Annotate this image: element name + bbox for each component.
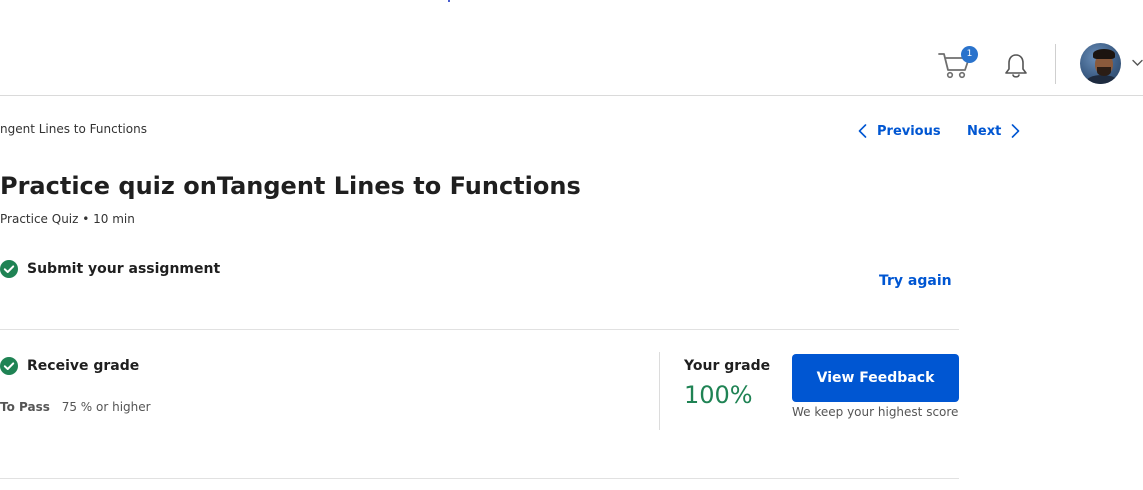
to-pass-requirement: To Pass 75 % or higher [0,400,151,414]
section-divider [0,329,959,330]
cart-count-badge: 1 [961,46,978,63]
bell-icon[interactable] [1003,52,1029,80]
previous-label: Previous [877,123,941,139]
header-divider [1055,44,1056,84]
to-pass-label: To Pass [0,400,50,414]
quiz-meta: Practice Quiz • 10 min [0,212,135,226]
avatar[interactable] [1080,43,1121,84]
chevron-down-icon[interactable] [1132,59,1143,67]
grade-value: 100% [684,381,753,409]
receive-grade-label: Receive grade [27,358,140,374]
chevron-right-icon [1011,124,1020,138]
next-button[interactable]: Next [967,122,1020,140]
page-title: Practice quiz onTangent Lines to Functio… [0,172,581,200]
breadcrumb[interactable]: ngent Lines to Functions [0,122,147,136]
section-divider [0,478,959,479]
try-again-link[interactable]: Try again [879,273,952,289]
highest-score-note: We keep your highest score [792,405,959,419]
next-label: Next [967,123,1002,139]
previous-button[interactable]: Previous [858,122,941,140]
view-feedback-button[interactable]: View Feedback [792,354,959,402]
top-header: 1 [0,0,1143,96]
chevron-left-icon [858,124,867,138]
top-dot [448,0,450,2]
to-pass-value: 75 % or higher [61,400,151,414]
submit-assignment-label: Submit your assignment [27,261,221,277]
page: 1 ngent Lines to Functions Previous Next… [0,0,1143,490]
check-circle-icon [0,357,18,375]
grade-divider [659,352,660,430]
check-circle-icon [0,260,18,278]
your-grade-label: Your grade [684,358,771,374]
